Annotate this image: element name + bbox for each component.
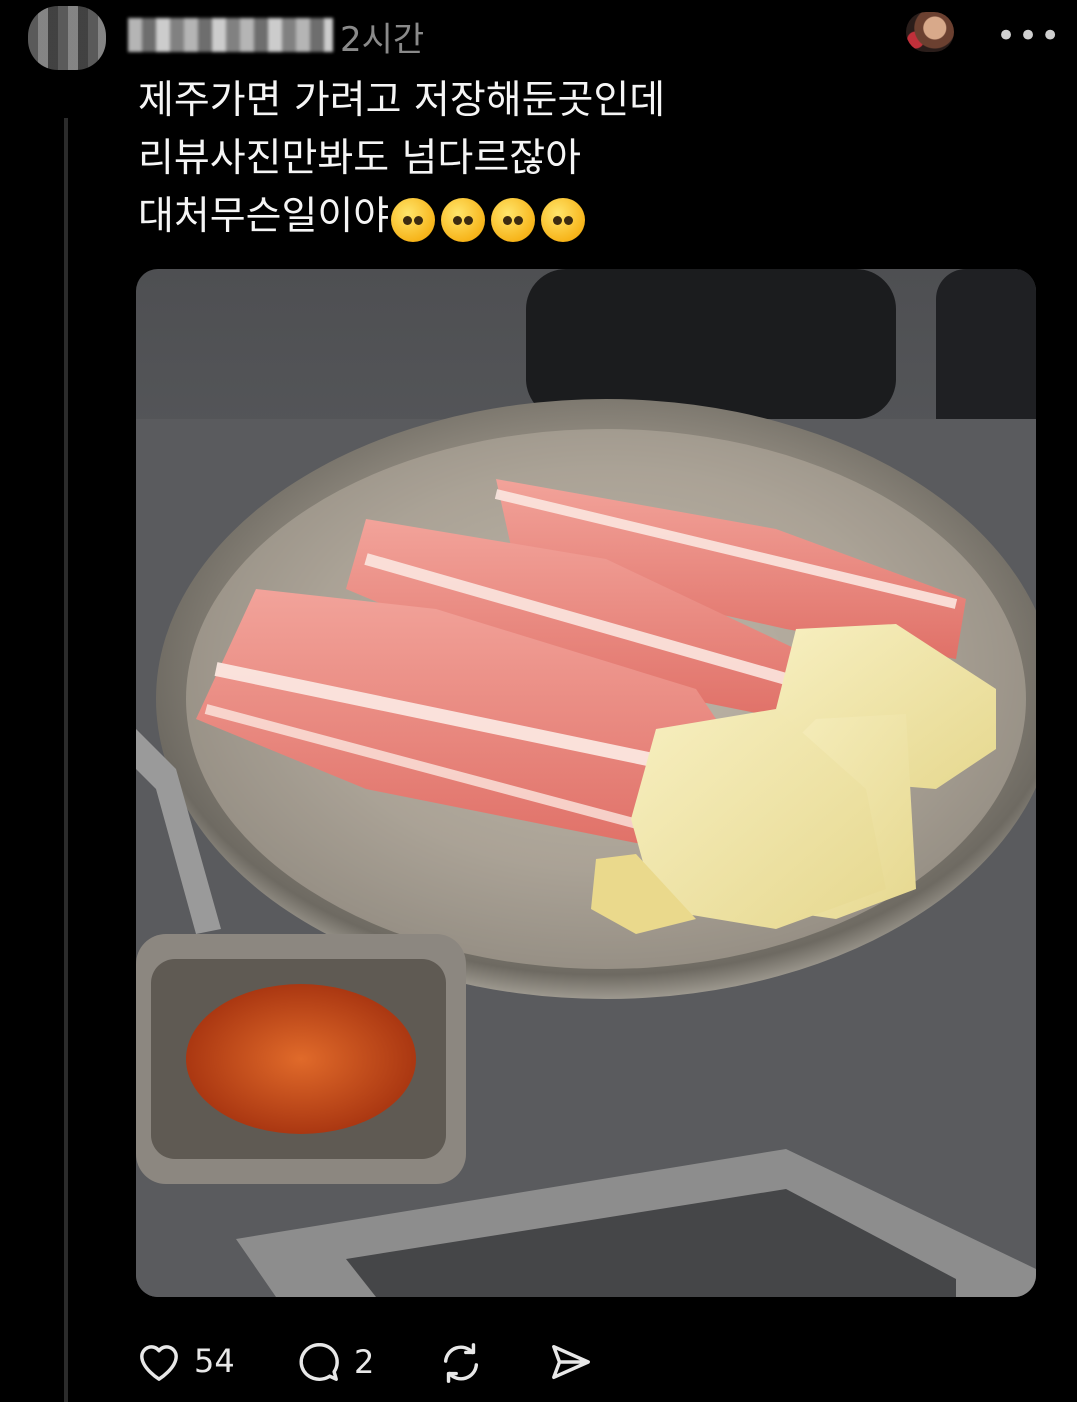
post-timestamp: 2시간 <box>340 20 425 60</box>
food-photo-illustration <box>136 269 1036 1297</box>
dark-container-1 <box>526 269 896 419</box>
repost-button[interactable] <box>438 1340 484 1386</box>
comment-icon <box>299 1343 339 1381</box>
flushed-face-icon <box>391 198 436 242</box>
reply-avatar[interactable] <box>906 12 954 52</box>
red-paste <box>186 984 416 1134</box>
comment-button[interactable]: 2 <box>296 1340 374 1384</box>
heart-icon <box>140 1345 178 1381</box>
post-line-2: 리뷰사진만봐도 넘다르잖아 <box>138 136 581 181</box>
post-line-1: 제주가면 가려고 저장해둔곳인데 <box>138 78 666 123</box>
send-icon <box>552 1344 590 1380</box>
post-line-3: 대처무슨일이야 <box>138 188 1038 248</box>
thread-line <box>64 118 68 1402</box>
flushed-face-icon <box>491 198 536 242</box>
comment-count: 2 <box>354 1343 375 1381</box>
share-button[interactable] <box>548 1340 594 1384</box>
repost-icon <box>443 1343 479 1383</box>
more-icon[interactable]: ••• <box>996 16 1062 56</box>
post-actions: 54 2 <box>136 1340 836 1394</box>
like-count: 54 <box>194 1342 235 1380</box>
author-name-blurred[interactable] <box>128 18 333 52</box>
post-body: 제주가면 가려고 저장해둔곳인데 리뷰사진만봐도 넘다르잖아 대처무슨일이야 <box>138 72 1038 248</box>
like-button[interactable]: 54 <box>136 1340 235 1382</box>
author-avatar-blurred[interactable] <box>28 6 106 70</box>
flushed-face-icon <box>541 198 586 242</box>
emoji-row <box>391 190 591 248</box>
post-photo[interactable] <box>136 269 1036 1297</box>
flushed-face-icon <box>441 198 486 242</box>
